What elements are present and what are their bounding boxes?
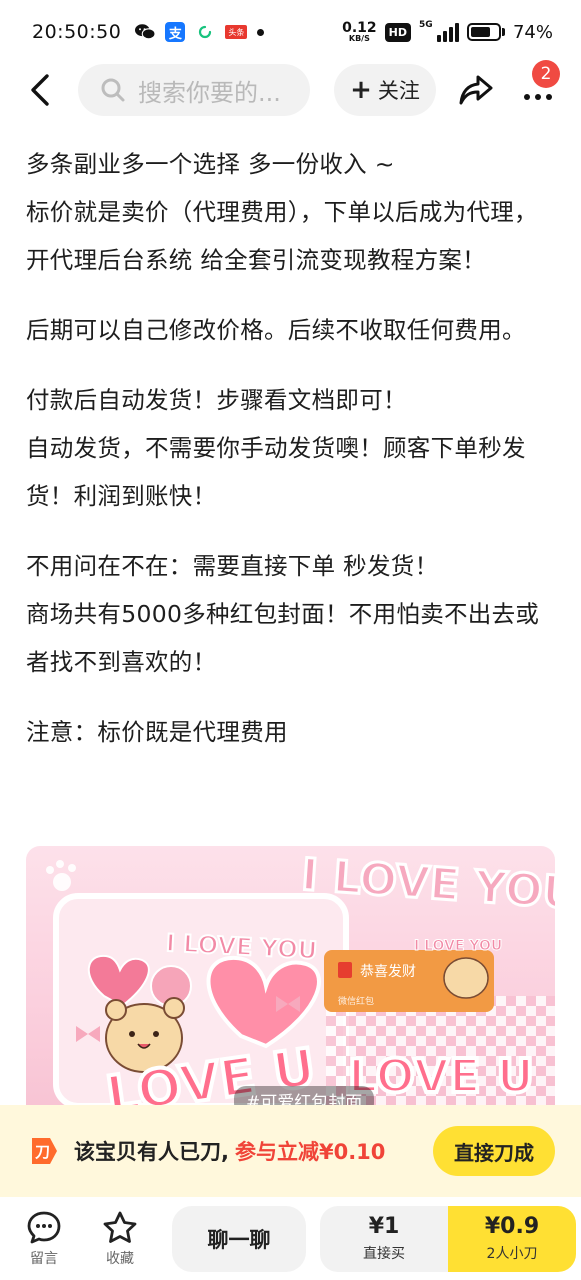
hd-badge: HD: [384, 22, 411, 42]
group-bargain-label: 2人小刀: [486, 1246, 538, 1262]
bargain-promo-bar: 刀 该宝贝有人已刀, 参与立减¥0.10 直接刀成: [0, 1105, 581, 1197]
wechat-icon: [135, 22, 156, 42]
product-description: 多条副业多一个选择 多一份收入 ~ 标价就是卖价（代理费用），下单以后成为代理，…: [26, 140, 556, 756]
notification-badge: 2: [532, 60, 560, 88]
cover-badge-title: I LOVE YOU: [414, 938, 502, 954]
message-label: 留言: [30, 1250, 58, 1267]
group-bargain-price: ¥0.9: [484, 1214, 540, 1239]
network-speed: 0.12 KB/S: [342, 21, 377, 43]
buy-now-label: 直接买: [363, 1246, 405, 1262]
description-line: 不用问在不在：需要直接下单 秒发货！: [26, 552, 439, 580]
red-envelope-card: 恭喜发财 微信红包: [324, 950, 494, 1012]
follow-button[interactable]: + 关注: [334, 64, 436, 116]
star-icon: [103, 1211, 137, 1243]
search-input[interactable]: 搜索你要的...: [78, 64, 310, 116]
search-icon: [101, 78, 125, 102]
follow-label: 关注: [377, 79, 420, 103]
image-tag[interactable]: #可爱红包封面: [234, 1086, 375, 1106]
battery-icon: [466, 23, 505, 41]
back-button[interactable]: [20, 70, 60, 110]
description-line: 注意：标价既是代理费用: [26, 718, 288, 746]
message-icon: [27, 1211, 61, 1243]
promo-highlight: 参与立减¥0.10: [234, 1140, 386, 1164]
refresh-icon: [195, 22, 215, 42]
message-button[interactable]: 留言: [24, 1210, 64, 1268]
cover-love-u-right: LOVE U: [348, 1049, 534, 1103]
promo-text: 该宝贝有人已刀,: [74, 1140, 229, 1164]
network-speed-unit: KB/S: [348, 34, 370, 43]
favorite-label: 收藏: [106, 1250, 134, 1267]
description-line: 付款后自动发货！步骤看文档即可！: [26, 386, 407, 414]
product-image[interactable]: I LOVE YOU I LOVE YOU LOVE U 恭喜发财 微信红包 I…: [26, 846, 555, 1106]
buy-now-button[interactable]: ¥1 直接买: [320, 1205, 448, 1272]
group-bargain-button[interactable]: ¥0.9 2人小刀: [448, 1205, 576, 1272]
status-indicators: 0.12 KB/S HD 5G 74%: [342, 20, 553, 43]
top-nav: 搜索你要的... + 关注 2: [0, 60, 581, 118]
knife-tag-icon: 刀: [32, 1138, 57, 1164]
notification-icons: 支 头条: [135, 22, 265, 42]
description-line: 自动发货，不需要你手动发货噢！顾客下单秒发货！利润到账快！: [26, 434, 526, 510]
search-placeholder: 搜索你要的...: [138, 78, 281, 107]
svg-text:刀: 刀: [35, 1143, 50, 1161]
buy-now-price: ¥1: [368, 1214, 400, 1239]
signal-icon: 5G: [418, 20, 459, 42]
description-line: 多条副业多一个选择 多一份收入 ~: [26, 150, 395, 178]
share-icon: [459, 75, 493, 105]
more-notifications-dot-icon: [257, 28, 265, 36]
red-envelope-cover-illustration: I LOVE YOU I LOVE YOU LOVE U 恭喜发财 微信红包 I…: [46, 848, 555, 1106]
chevron-left-icon: [31, 74, 49, 106]
description-line: 后期可以自己修改价格。后续不收取任何费用。: [26, 316, 526, 344]
share-button[interactable]: [456, 70, 496, 110]
network-speed-value: 0.12: [342, 20, 377, 36]
description-line: 标价就是卖价（代理费用），下单以后成为代理，开代理后台系统 给全套引流变现教程方…: [26, 198, 538, 274]
status-time: 20:50:50: [32, 21, 122, 43]
plus-icon: +: [350, 75, 372, 105]
envelope-greeting: 恭喜发财: [360, 964, 416, 980]
battery-percent: 74%: [512, 21, 553, 43]
favorite-button[interactable]: 收藏: [100, 1210, 140, 1268]
envelope-sub: 微信红包: [338, 995, 374, 1007]
status-bar: 20:50:50 支 头条 0.12 KB/S HD 5G 74%: [0, 0, 581, 64]
toutiao-icon: 头条: [225, 25, 248, 39]
alipay-icon: 支: [165, 22, 186, 42]
description-line: 商场共有5000多种红包封面！不用怕卖不出去或者找不到喜欢的！: [26, 600, 540, 676]
chat-button[interactable]: 聊一聊: [172, 1205, 306, 1272]
direct-bargain-button[interactable]: 直接刀成: [433, 1126, 555, 1176]
network-type: 5G: [418, 20, 433, 30]
purchase-options: ¥1 直接买 ¥0.9 2人小刀: [320, 1205, 576, 1272]
more-button[interactable]: 2: [518, 60, 560, 110]
bottom-action-bar: 留言 收藏 聊一聊 ¥1 直接买 ¥0.9 2人小刀: [0, 1197, 581, 1280]
more-dots-icon: [524, 94, 552, 100]
